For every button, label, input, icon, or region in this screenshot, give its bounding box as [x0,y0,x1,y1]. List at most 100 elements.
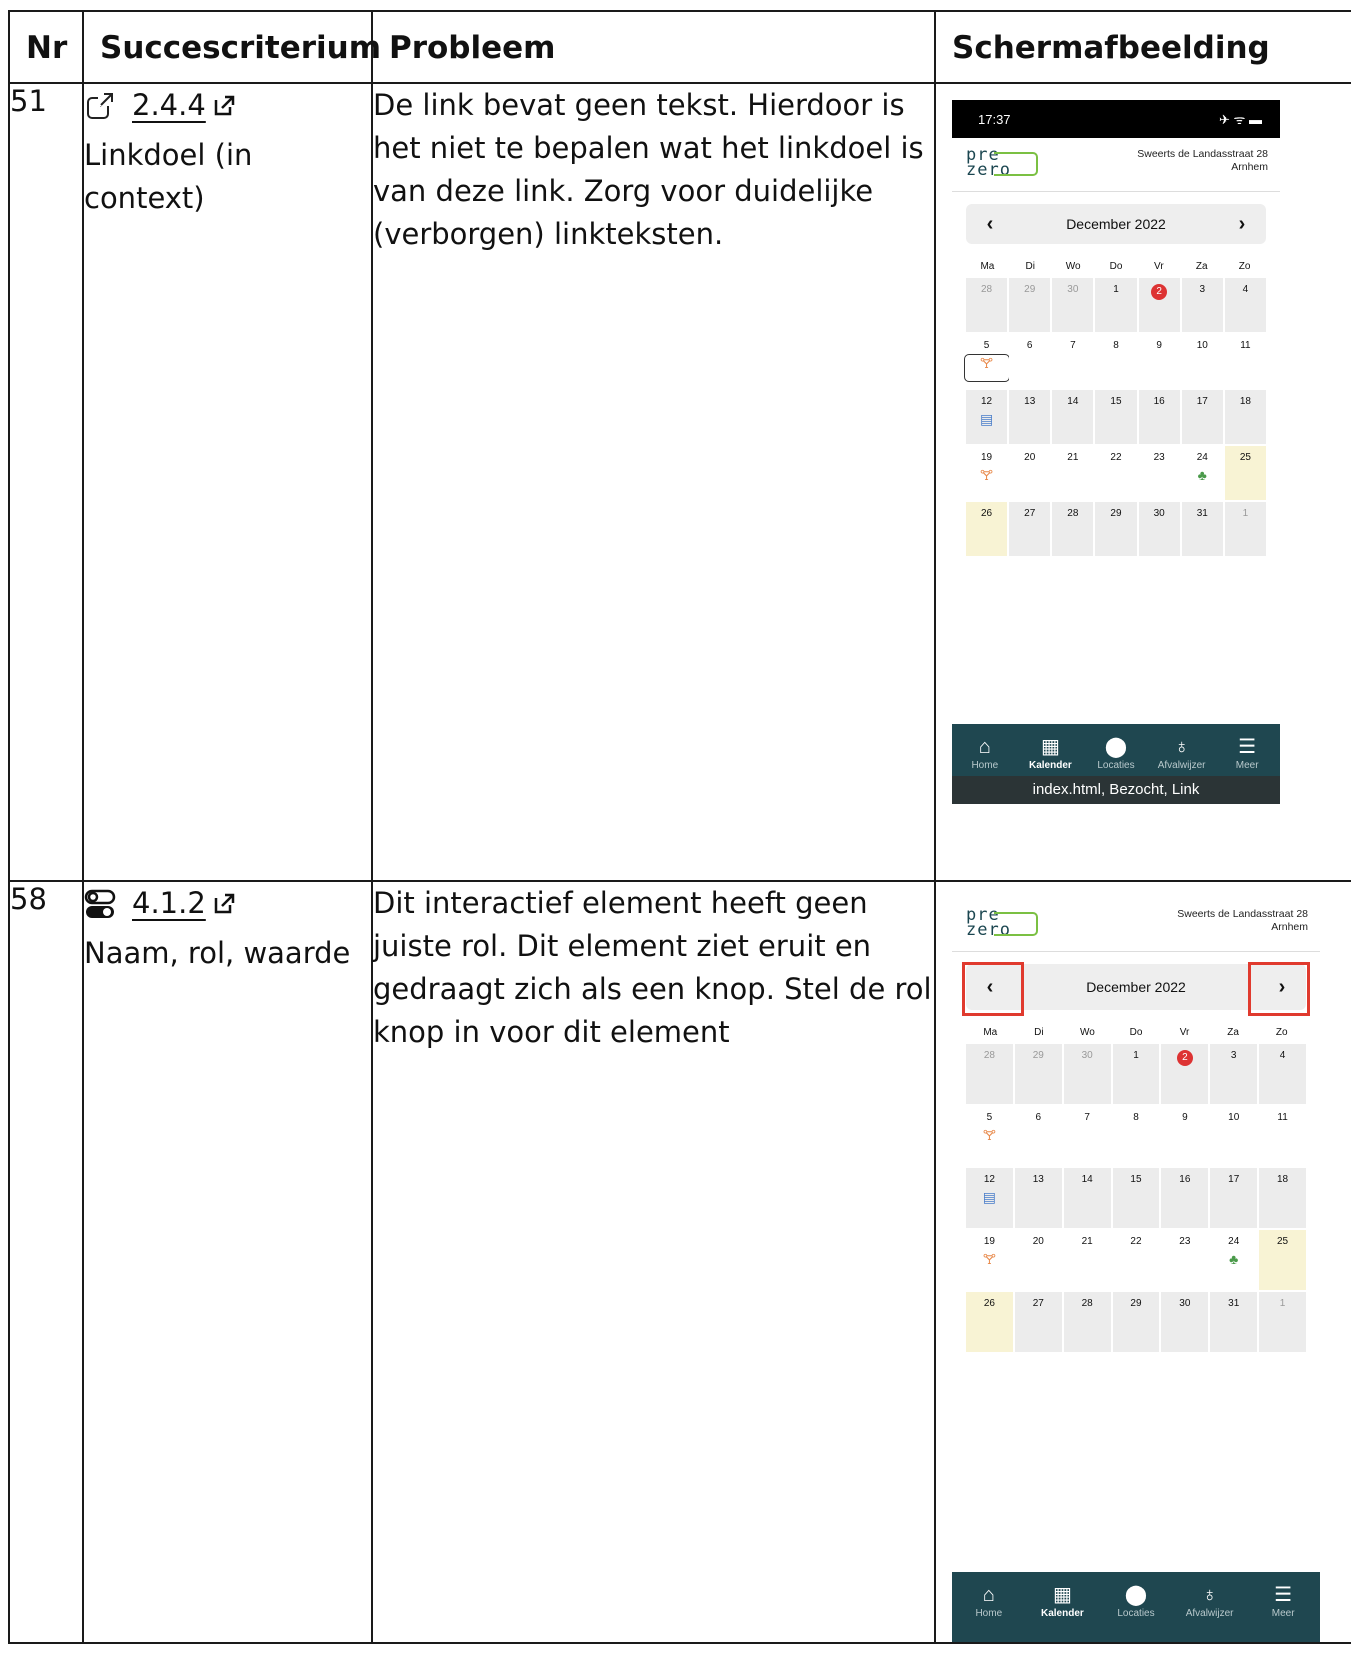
calendar-week: 19 🝖 20 21 22 23 24 ♣ 25 [966,446,1266,502]
highlight-previous-button [962,962,1024,1016]
calendar-day[interactable]: 14 [1063,1168,1111,1228]
calendar-day[interactable]: 25 [1224,446,1266,500]
calendar-day[interactable]: 1 [1095,278,1137,332]
calendar-day[interactable]: 17 [1210,1168,1258,1228]
previous-month-button[interactable]: ‹ [980,213,1000,236]
tab-meer[interactable]: ☰ Meer [1246,1572,1320,1642]
day-number: 15 [1110,396,1122,407]
calendar-day[interactable]: 25 [1259,1230,1306,1290]
location-pin-icon: ⬤ [1124,1584,1148,1606]
calendar-day[interactable]: 4 [1224,278,1266,332]
prezero-logo[interactable]: pre zero [964,147,1044,182]
calendar-day[interactable]: 16 [1138,390,1180,444]
calendar-day[interactable]: 14 [1052,390,1094,444]
calendar-day[interactable]: 29 [1009,278,1051,332]
calendar-day[interactable]: 11 [1224,334,1266,388]
day-number: 19 [983,1236,995,1247]
calendar-day[interactable]: 27 [1014,1292,1062,1352]
calendar-day[interactable]: 29 [1014,1044,1062,1104]
calendar-day[interactable]: 10 [1210,1106,1258,1166]
calendar-day[interactable]: 23 [1138,446,1180,500]
calendar-day[interactable]: 9 [1161,1106,1209,1166]
calendar-day[interactable]: 28 [1052,502,1094,556]
calendar-day[interactable]: 12 ▤ [966,1168,1013,1228]
calendar-day[interactable]: 28 [966,278,1008,332]
calendar-day[interactable]: 30 [1063,1044,1111,1104]
tab-home[interactable]: ⌂ Home [952,724,1018,784]
calendar-day[interactable]: 13 [1014,1168,1062,1228]
prezero-logo[interactable]: pre zero [964,907,1044,942]
calendar-day[interactable]: 22 [1112,1230,1160,1290]
calendar-day[interactable]: 26 [966,502,1008,556]
tab-home[interactable]: ⌂ Home [952,1572,1026,1642]
calendar-day[interactable]: 29 [1112,1292,1160,1352]
calendar-day[interactable]: 31 [1210,1292,1258,1352]
calendar-day[interactable]: 3 [1210,1044,1258,1104]
calendar-day[interactable]: 18 [1259,1168,1306,1228]
day-number: 20 [1032,1236,1044,1247]
tab-kalender[interactable]: ▦ Kalender [1018,724,1084,784]
calendar-day[interactable]: 8 [1095,334,1137,388]
day-number: 5 [986,1112,993,1123]
tab-meer[interactable]: ☰ Meer [1214,724,1280,784]
calendar-day[interactable]: 6 [1014,1106,1062,1166]
calendar-day[interactable]: 3 [1181,278,1223,332]
day-number: 30 [1179,1298,1191,1309]
criterium-link[interactable]: 4.1.2 [84,882,236,925]
calendar-day[interactable]: 12 ▤ [966,390,1008,444]
calendar-day[interactable]: 17 [1181,390,1223,444]
lightbulb-icon: ♁ [1174,736,1190,758]
calendar-day[interactable]: 13 [1009,390,1051,444]
calendar-day[interactable]: 15 [1112,1168,1160,1228]
calendar-day[interactable]: 29 [1095,502,1137,556]
calendar-day[interactable]: 1 [1224,502,1266,556]
calendar-day[interactable]: 20 [1014,1230,1062,1290]
calendar-day[interactable]: 24 ♣ [1181,446,1223,500]
calendar-day[interactable]: 22 [1095,446,1137,500]
weekday-label: Ma [983,1026,998,1038]
calendar-day[interactable]: 5 🝖 [964,334,1010,388]
calendar-day[interactable]: 26 [966,1292,1013,1352]
calendar-day[interactable]: 5 🝖 [966,1106,1013,1166]
calendar-day[interactable]: 19 🝖 [966,1230,1013,1290]
next-month-button[interactable]: › [1232,213,1252,236]
day-number: 1 [1113,284,1119,295]
calendar-day[interactable]: 24 ♣ [1210,1230,1258,1290]
calendar-day[interactable]: 11 [1259,1106,1306,1166]
calendar-day[interactable]: 18 [1224,390,1266,444]
tab-locaties[interactable]: ⬤ Locaties [1099,1572,1173,1642]
criterium-link[interactable]: 2.4.4 [84,84,236,127]
calendar-day[interactable]: 6 [1009,334,1051,388]
calendar-day[interactable]: 2 [1138,278,1180,332]
calendar-day[interactable]: 10 [1181,334,1223,388]
calendar-day[interactable]: 20 [1009,446,1051,500]
tab-locaties[interactable]: ⬤ Locaties [1083,724,1149,784]
calendar-day[interactable]: 16 [1161,1168,1209,1228]
day-number: 18 [1277,1174,1289,1185]
weekday-header: Ma Di Wo Do Vr Za Zo [966,1020,1306,1044]
tab-afvalwijzer[interactable]: ♁ Afvalwijzer [1149,724,1215,784]
weekday-label: Vr [1154,260,1164,272]
calendar-day[interactable]: 15 [1095,390,1137,444]
calendar-day[interactable]: 30 [1052,278,1094,332]
calendar-day[interactable]: 30 [1138,502,1180,556]
calendar-day[interactable]: 1 [1259,1292,1306,1352]
calendar-day[interactable]: 23 [1161,1230,1209,1290]
calendar-day[interactable]: 31 [1181,502,1223,556]
calendar-day[interactable]: 7 [1063,1106,1111,1166]
calendar-day[interactable]: 21 [1052,446,1094,500]
calendar-day[interactable]: 30 [1161,1292,1209,1352]
calendar-day[interactable]: 4 [1259,1044,1306,1104]
calendar-day[interactable]: 21 [1063,1230,1111,1290]
calendar-day[interactable]: 9 [1138,334,1180,388]
calendar-day[interactable]: 7 [1052,334,1094,388]
tab-afvalwijzer[interactable]: ♁ Afvalwijzer [1173,1572,1247,1642]
tab-kalender[interactable]: ▦ Kalender [1026,1572,1100,1642]
calendar-day[interactable]: 28 [966,1044,1013,1104]
calendar-day[interactable]: 2 [1161,1044,1209,1104]
calendar-day[interactable]: 8 [1112,1106,1160,1166]
calendar-day[interactable]: 27 [1009,502,1051,556]
calendar-day[interactable]: 28 [1063,1292,1111,1352]
calendar-day[interactable]: 1 [1112,1044,1160,1104]
calendar-day[interactable]: 19 🝖 [966,446,1008,500]
